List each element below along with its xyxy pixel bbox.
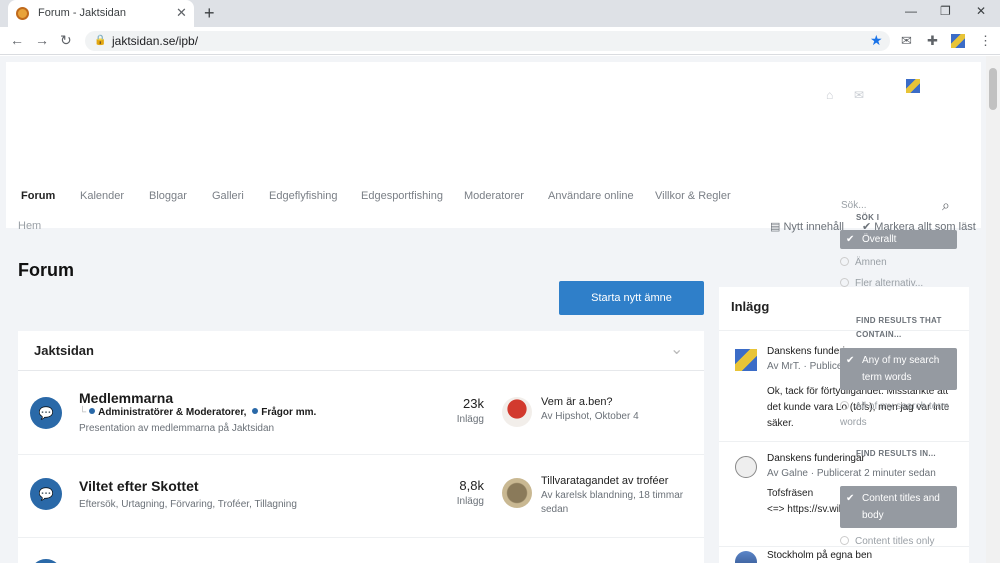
forum-description: Eftersök, Urtagning, Förvaring, Troféer,…: [79, 499, 297, 510]
user-avatar[interactable]: [906, 79, 920, 93]
nav-edgeflyfishing[interactable]: Edgeflyfishing: [269, 190, 338, 202]
nav-galleri[interactable]: Galleri: [212, 190, 244, 202]
forum-category: Jaktsidan ⌄ 💬 Medlemmarna └ Administratör…: [18, 331, 704, 563]
restore-icon[interactable]: ❐: [940, 4, 951, 18]
radio-icon: [840, 257, 849, 266]
back-icon[interactable]: ←: [10, 32, 24, 48]
scope-option-more[interactable]: Fler alternativ...: [840, 278, 957, 289]
forum-row: 💬 Viltet efter Skottet Eftersök, Urtagni…: [18, 456, 704, 538]
page-content: ⌂ ✉ Forum Kalender Bloggar Galleri Edgef…: [0, 56, 986, 563]
word-option-any[interactable]: ✔ Any of my search term words: [840, 348, 957, 390]
option-label: All of my search term words: [840, 401, 949, 428]
check-icon: ✔: [846, 355, 855, 366]
breadcrumb[interactable]: Hem: [18, 220, 41, 232]
radio-icon: [840, 401, 849, 410]
option-label: Content titles and body: [862, 493, 940, 521]
page-scrollbar[interactable]: [986, 56, 1000, 563]
user-avatar[interactable]: [735, 551, 757, 563]
menu-kebab-icon[interactable]: ⋮: [979, 33, 992, 49]
last-post-title[interactable]: Tillvaratagandet av troféer: [541, 475, 668, 487]
forward-icon[interactable]: →: [35, 32, 49, 48]
in-option-titles-body[interactable]: ✔ Content titles and body: [840, 486, 957, 528]
user-avatar[interactable]: [502, 478, 532, 508]
site-favicon-icon: [16, 7, 29, 20]
check-icon: ✔: [846, 234, 855, 245]
in-option-titles-only[interactable]: Content titles only: [840, 536, 957, 547]
minimize-icon[interactable]: —: [905, 4, 917, 18]
search-panel: Sök... ⌕ SÖK I ✔ Överallt Ämnen Fler alte…: [835, 197, 965, 557]
chevron-down-icon[interactable]: ⌄: [670, 339, 683, 359]
messages-icon[interactable]: ✉: [854, 88, 864, 102]
forum-chat-icon: 💬: [30, 397, 62, 429]
forum-row: 💬: [18, 539, 704, 563]
forum-name[interactable]: Medlemmarna: [79, 390, 173, 406]
option-label: Ämnen: [855, 257, 887, 268]
user-avatar[interactable]: [502, 397, 532, 427]
url-text: jaktsidan.se/ipb/: [112, 34, 199, 48]
tab-title: Forum - Jaktsidan: [38, 7, 127, 19]
nav-anvandare-online[interactable]: Användare online: [548, 190, 634, 202]
address-bar[interactable]: 🔒 jaktsidan.se/ipb/ ★: [85, 31, 890, 51]
last-post-title[interactable]: Vem är a.ben?: [541, 396, 613, 408]
search-input[interactable]: Sök...: [841, 200, 867, 211]
nav-edgesportfishing[interactable]: Edgesportfishing: [361, 190, 443, 202]
page-title: Forum: [18, 260, 74, 280]
option-label: Any of my search term words: [862, 355, 940, 383]
forum-chat-icon: 💬: [30, 478, 62, 510]
new-content-link[interactable]: ▤ Nytt innehåll: [770, 220, 844, 233]
find-in-header: FIND RESULTS IN...: [856, 449, 936, 458]
forum-chat-icon: 💬: [30, 559, 62, 563]
extensions-puzzle-icon[interactable]: ✚: [927, 33, 938, 49]
user-avatar[interactable]: [735, 456, 757, 478]
subforum-list: └ Administratörer & Moderatorer, Frågor m…: [79, 407, 317, 418]
option-label: Fler alternativ...: [855, 278, 924, 289]
nav-moderatorer[interactable]: Moderatorer: [464, 190, 524, 202]
new-tab-icon[interactable]: +: [204, 3, 215, 24]
search-icon[interactable]: ⌕: [942, 197, 950, 214]
category-title: Jaktsidan: [34, 343, 94, 358]
post-count-label: Inlägg: [456, 414, 484, 425]
word-option-all[interactable]: All of my search term words: [840, 399, 957, 431]
scope-option-topics[interactable]: Ämnen: [840, 257, 957, 268]
subforum-link[interactable]: Administratörer & Moderatorer,: [98, 407, 246, 418]
start-new-topic-button[interactable]: Starta nytt ämne: [559, 281, 704, 315]
last-post-author[interactable]: Av karelsk blandning, 18 timmar sedan: [541, 489, 701, 517]
option-label: Överallt: [862, 234, 897, 245]
browser-tab-bar: Forum - Jaktsidan ✕ + — ❐ ✕: [0, 0, 1000, 27]
scope-option-everywhere[interactable]: ✔ Överallt: [840, 230, 957, 249]
bookmark-star-icon[interactable]: ★: [870, 32, 883, 49]
option-label: Content titles only: [855, 536, 935, 547]
forum-row: 💬 Medlemmarna └ Administratörer & Moderat…: [18, 372, 704, 455]
post-count: 23k: [463, 396, 484, 411]
mail-extension-icon[interactable]: ✉: [901, 33, 912, 49]
scrollbar-thumb[interactable]: [989, 68, 997, 110]
user-avatar[interactable]: [735, 349, 757, 371]
post-count-label: Inlägg: [456, 496, 484, 507]
search-in-header: SÖK I: [856, 213, 880, 222]
lock-icon: 🔒: [94, 35, 107, 46]
nav-kalender[interactable]: Kalender: [80, 190, 124, 202]
close-tab-icon[interactable]: ✕: [176, 5, 187, 21]
browser-tab[interactable]: Forum - Jaktsidan ✕: [8, 0, 194, 27]
category-header[interactable]: Jaktsidan ⌄: [18, 331, 704, 371]
radio-icon: [840, 278, 849, 287]
close-window-icon[interactable]: ✕: [976, 4, 986, 18]
forum-description: Presentation av medlemmarna på Jaktsidan: [79, 423, 275, 434]
forum-name[interactable]: Viltet efter Skottet: [79, 478, 199, 494]
reload-icon[interactable]: ↻: [60, 32, 72, 49]
profile-avatar[interactable]: [951, 34, 965, 48]
check-icon: ✔: [846, 493, 855, 504]
nav-forum[interactable]: Forum: [21, 190, 55, 202]
widget-title: Inlägg: [731, 299, 770, 314]
post-count: 8,8k: [459, 478, 484, 493]
last-post-author[interactable]: Av Hipshot, Oktober 4: [541, 410, 701, 424]
subforum-link[interactable]: Frågor mm.: [261, 407, 316, 418]
notifications-icon[interactable]: ⌂: [826, 88, 833, 102]
nav-bloggar[interactable]: Bloggar: [149, 190, 187, 202]
nav-villkor-regler[interactable]: Villkor & Regler: [655, 190, 731, 202]
find-results-header: FIND RESULTS THAT CONTAIN...: [856, 316, 942, 339]
radio-icon: [840, 536, 849, 545]
